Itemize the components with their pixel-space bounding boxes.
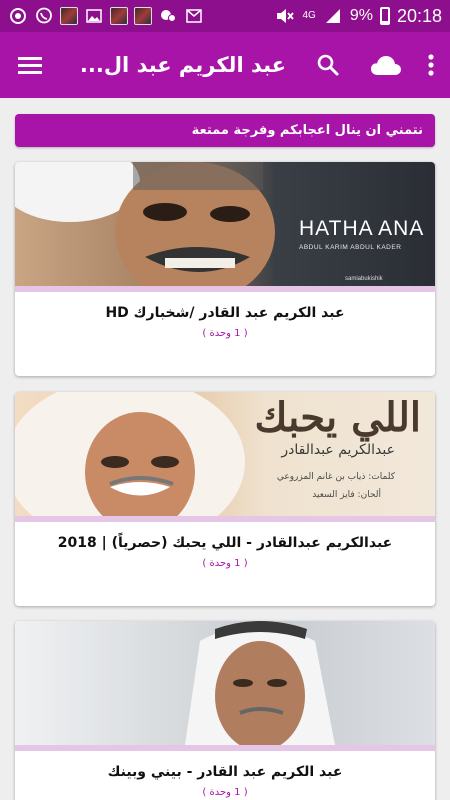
- app-title: عبد الكريم عبد ال...: [79, 53, 286, 77]
- sync-icon: [8, 6, 28, 26]
- thumbnail-subtitle: ABDUL KARIM ABDUL KADER: [299, 244, 402, 251]
- hamburger-menu-icon[interactable]: [10, 45, 50, 85]
- chat-icon: [158, 6, 178, 26]
- card-divider: [15, 745, 435, 751]
- card-divider: [15, 286, 435, 292]
- search-icon[interactable]: [308, 45, 348, 85]
- video-thumbnail[interactable]: HATHA ANA ABDUL KARIM ABDUL KADER samiab…: [15, 162, 435, 286]
- mute-icon: [275, 6, 295, 26]
- thumbnail-tag: samiabukishik: [345, 276, 383, 282]
- app-bar: عبد الكريم عبد ال...: [0, 32, 450, 98]
- card-count: ( 1 وحدة ): [202, 787, 248, 798]
- card-title[interactable]: عبد الكريم عبد القادر /شخبارك HD: [15, 305, 435, 321]
- battery-percent: 9%: [349, 7, 373, 24]
- card-title[interactable]: عبد الكريم عبد القادر - بيني وبينك: [15, 764, 435, 780]
- card-count: ( 1 وحدة ): [202, 558, 248, 569]
- clock: 20:18: [396, 5, 442, 26]
- video-thumb-icon: [110, 7, 128, 25]
- whatsapp-icon: [34, 6, 54, 26]
- card-divider: [15, 516, 435, 522]
- video-thumbnail[interactable]: [15, 621, 435, 745]
- notification-icons: [8, 6, 204, 26]
- video-thumbnail[interactable]: اللي يحبك عبدالكريم عبدالقادر كلمات: ذيا…: [15, 392, 435, 516]
- video-thumb-icon: [134, 7, 152, 25]
- cloud-icon[interactable]: [366, 45, 406, 85]
- welcome-banner: نتمني ان ينال اعجابكم وفرجة ممتعة: [15, 114, 435, 147]
- battery-icon: [379, 7, 390, 25]
- network-type: 4G: [302, 10, 316, 21]
- thumbnail-lyrics: كلمات: ذياب بن غانم المزروعي: [276, 472, 395, 482]
- thumbnail-composer: ألحان: فايز السعيد: [312, 490, 381, 500]
- mail-icon: [184, 6, 204, 26]
- more-vert-icon[interactable]: [420, 45, 442, 85]
- video-card[interactable]: اللي يحبك عبدالكريم عبدالقادر كلمات: ذيا…: [15, 392, 435, 606]
- card-title[interactable]: عبدالكريم عبدالقادر - اللي يحبك (حصرياً)…: [15, 535, 435, 551]
- card-count: ( 1 وحدة ): [202, 328, 248, 339]
- video-card[interactable]: HATHA ANA ABDUL KARIM ABDUL KADER samiab…: [15, 162, 435, 376]
- video-thumb-icon: [60, 7, 78, 25]
- thumbnail-title: اللي يحبك: [254, 394, 421, 441]
- signal-icon: [323, 6, 343, 26]
- status-bar: 4G 9% 20:18: [0, 0, 450, 32]
- thumbnail-title: HATHA ANA: [299, 217, 425, 240]
- image-icon: [84, 6, 104, 26]
- system-icons: 4G 9% 20:18: [275, 6, 442, 27]
- video-card[interactable]: عبد الكريم عبد القادر - بيني وبينك ( 1 و…: [15, 621, 435, 800]
- thumbnail-artist: عبدالكريم عبدالقادر: [281, 442, 395, 458]
